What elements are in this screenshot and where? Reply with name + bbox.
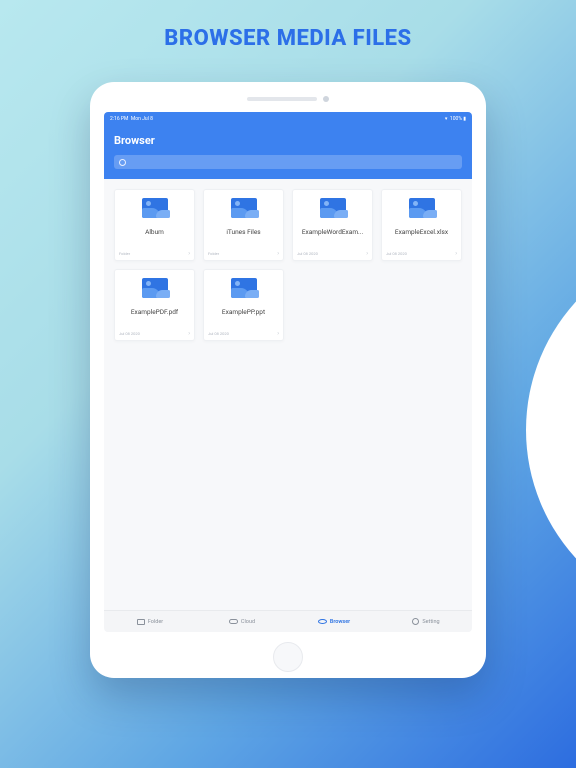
file-meta: Jul 08 2020 [119,331,140,336]
file-name: ExamplePP.ppt [222,308,265,316]
file-item[interactable]: Album Folder › [114,189,195,261]
status-time: 2:16 PM Mon Jul 8 [110,116,153,122]
speaker-grille [247,96,329,102]
tab-cloud[interactable]: Cloud [196,611,288,632]
screen: 2:16 PM Mon Jul 8 ▾ 100% ▮ Browser Album… [104,112,472,632]
file-meta: Jul 08 2020 [208,331,229,336]
tab-label: Setting [422,619,439,625]
header-title: Browser [114,134,462,147]
file-item[interactable]: ExampleExcel.xlsx Jul 08 2020 › [381,189,462,261]
search-input[interactable] [114,155,462,169]
file-item[interactable]: ExampleWordExam... Jul 08 2020 › [292,189,373,261]
chevron-right-icon: › [277,330,279,337]
file-name: ExamplePDF.pdf [131,308,178,316]
status-battery: ▾ 100% ▮ [445,116,466,122]
image-icon [231,278,257,298]
file-item[interactable]: ExamplePDF.pdf Jul 08 2020 › [114,269,195,341]
tab-folder[interactable]: Folder [104,611,196,632]
chevron-right-icon: › [455,250,457,257]
file-meta: Jul 08 2020 [297,251,318,256]
tab-bar: Folder Cloud Browser Setting [104,610,472,632]
image-icon [142,198,168,218]
gear-icon [412,618,419,625]
file-meta: Folder [119,251,130,256]
chevron-right-icon: › [366,250,368,257]
chevron-right-icon: › [188,330,190,337]
file-meta: Folder [208,251,219,256]
folder-icon [137,619,145,625]
file-name: ExampleWordExam... [302,228,363,236]
image-icon [409,198,435,218]
tab-label: Folder [148,619,163,625]
file-meta: Jul 08 2020 [386,251,407,256]
bg-decor [526,240,576,620]
tab-label: Cloud [241,619,255,625]
page-title: BROWSER MEDIA FILES [0,0,576,51]
home-button[interactable] [273,642,303,672]
file-name: Album [145,228,164,236]
file-item[interactable]: iTunes Files Folder › [203,189,284,261]
tab-setting[interactable]: Setting [380,611,472,632]
browser-header: Browser [104,126,472,179]
file-name: ExampleExcel.xlsx [395,228,448,236]
status-bar: 2:16 PM Mon Jul 8 ▾ 100% ▮ [104,112,472,126]
eye-icon [318,619,327,624]
file-item[interactable]: ExamplePP.ppt Jul 08 2020 › [203,269,284,341]
chevron-right-icon: › [188,250,190,257]
tablet-frame: 2:16 PM Mon Jul 8 ▾ 100% ▮ Browser Album… [90,82,486,678]
content-area: Album Folder › iTunes Files Folder › [104,179,472,610]
cloud-icon [229,619,238,624]
file-grid: Album Folder › iTunes Files Folder › [114,189,462,341]
tab-label: Browser [330,619,350,625]
image-icon [142,278,168,298]
tab-browser[interactable]: Browser [288,611,380,632]
image-icon [320,198,346,218]
image-icon [231,198,257,218]
file-name: iTunes Files [226,228,260,236]
chevron-right-icon: › [277,250,279,257]
